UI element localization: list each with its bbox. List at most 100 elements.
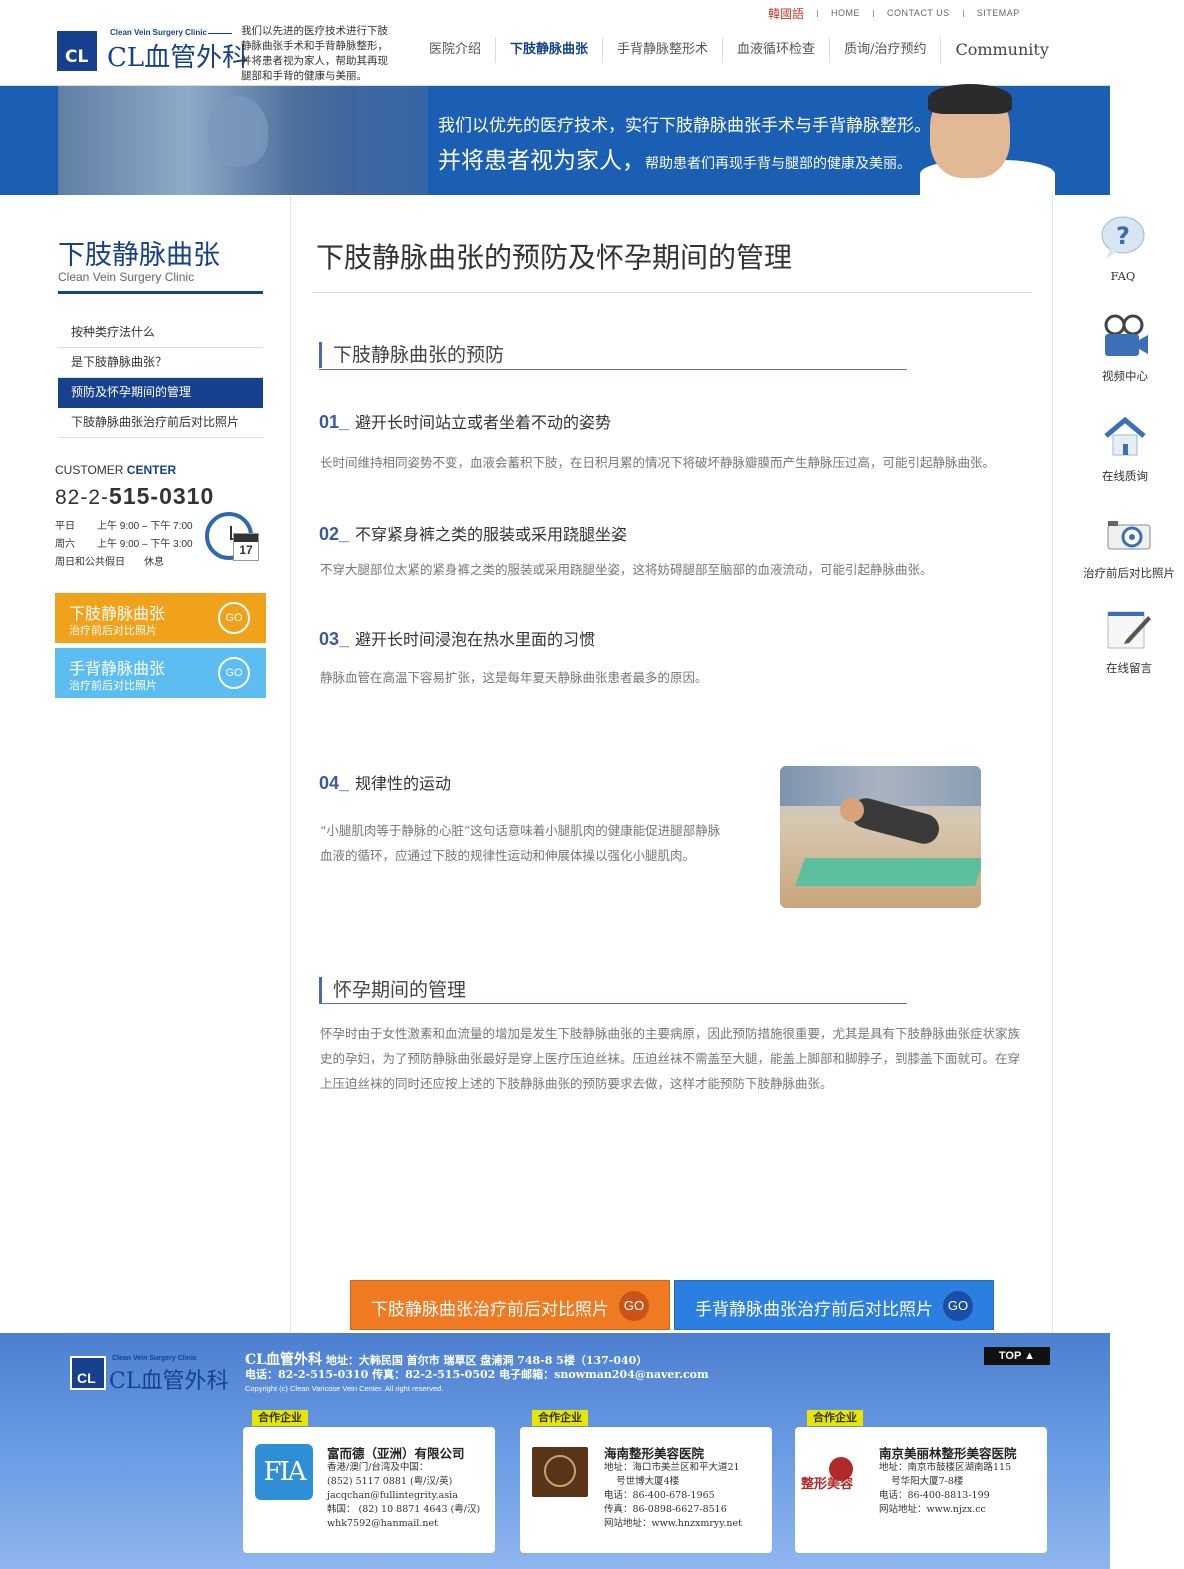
surgeon-figure	[208, 96, 268, 166]
sidebar-item-treatment-types[interactable]: 按种类疗法什么	[58, 318, 263, 348]
leg-before-after-button[interactable]: 下肢静脉曲张 治疗前后对比照片 GO	[55, 593, 266, 643]
item-text: “小腿肌肉等于静脉的心脏”这句话意味着小腿肌肉的健康能促进腿部静脉血液的循环，应…	[320, 823, 721, 863]
content-border-left	[290, 195, 291, 1333]
partner-line: whk7592@hanmail.net	[327, 1518, 438, 1529]
partner-name: 富而德（亚洲）有限公司	[327, 1446, 465, 1461]
separator	[873, 9, 875, 17]
home-link[interactable]: HOME	[831, 8, 860, 18]
calendar-day: 17	[239, 543, 253, 557]
item-text: 静脉血管在高温下容易扩张，这是每年夏天静脉曲张患者最多的原因。	[320, 670, 708, 685]
quick-menu-label: FAQ	[1110, 269, 1136, 283]
doctor-hair	[928, 84, 1012, 114]
partner-line: 香港/澳门/台湾及中国：	[327, 1462, 429, 1473]
go-icon: GO	[218, 657, 250, 689]
svg-text:?: ?	[1116, 222, 1130, 250]
section-title-pregnancy: 怀孕期间的管理	[319, 977, 466, 1003]
nanjing-logo: 整形美容	[801, 1457, 875, 1497]
hours-row: 周日和公共假日 休息	[55, 553, 164, 568]
sidebar-title: 下肢静脉曲张	[58, 240, 220, 271]
header-slogan: 我们以先进的医疗技术进行下肢静脉曲张手术和手背静脉整形，并将患者视为家人，帮助其…	[241, 25, 388, 82]
go-icon: GO	[943, 1291, 973, 1321]
logo-cl-text: CL	[65, 47, 89, 67]
banner-line-2: 并将患者视为家人，帮助患者们再现手背与腿部的健康及美丽。	[438, 141, 911, 175]
item-text: 长时间维持相同姿势不变，血液会蓄积下肢，在日积月累的情况下将破坏静脉瓣膜而产生静…	[320, 455, 996, 470]
main-nav: 医院介绍 下肢静脉曲张 手背静脉整形术 血液循环检查 质询/治疗预约 Commu…	[415, 36, 1063, 64]
photo-mat	[794, 858, 981, 886]
hours-day: 平日	[55, 521, 75, 532]
quick-menu-label: 在线留言	[1106, 661, 1152, 675]
exercise-photo	[780, 766, 981, 908]
calendar-header	[234, 534, 258, 542]
logo-mark[interactable]: CL	[57, 31, 97, 71]
photo-person-head	[840, 798, 864, 822]
item-number: 03_	[319, 629, 350, 649]
sidebar-item-before-after[interactable]: 下肢静脉曲张治疗前后对比照片	[58, 408, 263, 438]
hand-before-after-banner-button[interactable]: 手背静脉曲张治疗前后对比照片 GO	[674, 1280, 994, 1330]
header: CL Clean Vein Surgery Clinic CL血管外科 我们以先…	[0, 0, 1110, 86]
page: CL Clean Vein Surgery Clinic CL血管外科 我们以先…	[0, 0, 1184, 1569]
quick-button-title: 下肢静脉曲张	[69, 604, 166, 623]
quick-menu-before-after[interactable]: 治疗前后对比照片	[1074, 511, 1184, 581]
contact-us-link[interactable]: CONTACT US	[887, 8, 950, 18]
partner-line: 网站地址：www.njzx.cc	[879, 1504, 986, 1515]
item-title: 避开长时间站立或者坐着不动的姿势	[355, 413, 612, 432]
partner-line: 韩国： (82) 10 8871 4643 (粤/汉)	[327, 1504, 481, 1515]
logo-divider	[208, 33, 232, 34]
quick-menu-faq[interactable]: ? FAQ	[1068, 215, 1178, 283]
footer-logo-name: CL血管外科	[109, 1369, 229, 1394]
hainan-logo-ring	[544, 1455, 576, 1487]
nav-consult-booking[interactable]: 质询/治疗预约	[830, 36, 940, 64]
partner-card-fia[interactable]: FIA 富而德（亚洲）有限公司 香港/澳门/台湾及中国： (852) 5117 …	[243, 1427, 495, 1553]
partner-card-hainan[interactable]: 海南整形美容医院 地址：海口市美兰区和平大道21 号世博大厦4楼 电话：86-4…	[520, 1427, 772, 1553]
korean-link[interactable]: 韓國語	[768, 5, 804, 22]
pregnancy-text: 怀孕时由于女性激素和血流量的增加是发生下肢静脉曲张的主要病原，因此预防措施很重要…	[320, 1026, 1021, 1091]
partner-name: 南京美丽林整形美容医院	[879, 1446, 1017, 1461]
item-number: 01_	[319, 412, 350, 432]
surgeon-figure	[358, 86, 428, 195]
nav-hand-vein-surgery[interactable]: 手背静脉整形术	[603, 36, 722, 64]
sidebar-subtitle: Clean Vein Surgery Clinic	[58, 270, 195, 284]
go-icon: GO	[218, 602, 250, 634]
partner-card-nanjing[interactable]: 整形美容 南京美丽林整形美容医院 地址：南京市鼓楼区湖南路115 号华阳大厦7-…	[795, 1427, 1047, 1553]
customer-center-title-b: CENTER	[126, 463, 177, 477]
page-title: 下肢静脉曲张的预防及怀孕期间的管理	[316, 241, 793, 274]
sitemap-link[interactable]: SITEMAP	[977, 8, 1020, 18]
quick-menu-online-inquiry[interactable]: 在线质询	[1070, 414, 1180, 484]
fia-logo: FIA	[255, 1444, 313, 1500]
nav-hospital-intro[interactable]: 医院介绍	[415, 36, 495, 64]
section-underline	[319, 1003, 907, 1004]
logo-name[interactable]: CL血管外科	[107, 37, 248, 74]
title-divider	[312, 292, 1032, 293]
banner-line-1: 我们以优先的医疗技术，实行下肢静脉曲张手术与手背静脉整形。	[438, 116, 931, 136]
sidebar-menu: 按种类疗法什么 是下肢静脉曲张？ 预防及怀孕期间的管理 下肢静脉曲张治疗前后对比…	[58, 318, 263, 438]
scroll-top-button[interactable]: TOP ▲	[984, 1347, 1050, 1365]
partner-line: 电话：86-400-8813-199	[879, 1490, 990, 1501]
item-title: 避开长时间浸泡在热水里面的习惯	[355, 630, 596, 649]
sidebar-item-what-is[interactable]: 是下肢静脉曲张？	[58, 348, 263, 378]
nav-circulation-test[interactable]: 血液循环检查	[723, 36, 829, 64]
sidebar-item-prevention[interactable]: 预防及怀孕期间的管理	[58, 378, 263, 408]
logo-tagline: Clean Vein Surgery Clinic	[110, 28, 207, 37]
hours-day: 周六	[55, 539, 75, 550]
video-camera-icon	[1100, 314, 1150, 360]
customer-center-phone[interactable]: 82-2-515-0310	[55, 483, 214, 510]
section-title-prevention: 下肢静脉曲张的预防	[319, 342, 504, 368]
partner-line: jacqchan@fullintegrity.asia	[327, 1490, 458, 1501]
quick-button-title: 手背静脉曲张	[69, 659, 166, 678]
nav-community[interactable]: Community	[941, 36, 1062, 64]
quick-menu-label: 在线质询	[1102, 469, 1148, 483]
item-title: 规律性的运动	[355, 774, 452, 793]
partner-line: (852) 5117 0881 (粤/汉/英)	[327, 1476, 453, 1487]
quick-menu-video-center[interactable]: 视频中心	[1070, 314, 1180, 384]
hand-before-after-button[interactable]: 手背静脉曲张 治疗前后对比照片 GO	[55, 648, 266, 698]
item-heading: 02_ 不穿紧身裤之类的服装或采用跷腿坐姿	[319, 521, 627, 545]
hours-row: 平日 上午 9:00 – 下午 7:00	[55, 517, 193, 532]
footer-logo-cl-text: CL	[77, 1370, 96, 1386]
phone-main: 515-0310	[109, 483, 215, 509]
quick-menu-leave-message[interactable]: 在线留言	[1074, 606, 1184, 676]
banner-button-label: 下肢静脉曲张治疗前后对比照片	[371, 1300, 609, 1320]
house-icon	[1100, 414, 1150, 460]
leg-before-after-banner-button[interactable]: 下肢静脉曲张治疗前后对比照片 GO	[350, 1280, 670, 1330]
nav-leg-varicose-veins[interactable]: 下肢静脉曲张	[496, 36, 602, 64]
customer-center-title: CUSTOMER CENTER	[55, 463, 176, 477]
